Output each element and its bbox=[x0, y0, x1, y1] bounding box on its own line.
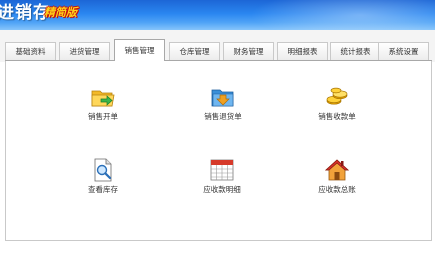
module-label: 应收款明细 bbox=[203, 185, 241, 194]
module-sales-order[interactable]: 销售开单 bbox=[63, 85, 143, 122]
home-icon bbox=[325, 159, 349, 181]
tab-system-settings[interactable]: 系统设置 bbox=[378, 42, 429, 60]
coins-icon bbox=[326, 87, 348, 105]
header-glow bbox=[250, 0, 435, 30]
tab-detail-reports[interactable]: 明细报表 bbox=[277, 42, 328, 60]
tab-finance[interactable]: 财务管理 bbox=[223, 42, 274, 60]
tab-basic-data[interactable]: 基础资料 bbox=[5, 42, 56, 60]
module-label: 应收款总账 bbox=[318, 185, 356, 194]
module-receivables-ledger[interactable]: 应收款总账 bbox=[297, 158, 377, 195]
module-sales-receipt[interactable]: 销售收款单 bbox=[297, 85, 377, 122]
module-label: 查看库存 bbox=[88, 185, 118, 194]
module-label: 销售开单 bbox=[88, 112, 118, 121]
module-view-stock[interactable]: 查看库存 bbox=[63, 158, 143, 195]
tab-sales[interactable]: 销售管理 bbox=[114, 39, 165, 61]
module-tabbar: 基础资料 进货管理 销售管理 仓库管理 财务管理 明细报表 统计报表 系统设置 bbox=[0, 30, 435, 62]
folder-return-icon bbox=[211, 89, 234, 107]
module-label: 销售收款单 bbox=[318, 112, 356, 121]
module-sales-return[interactable]: 销售退货单 bbox=[183, 85, 263, 122]
calendar-table-icon bbox=[210, 159, 234, 181]
sales-panel: 销售开单 销售退货单 销售收款单 查看库存 应收款明细 应收款总账 bbox=[5, 61, 432, 241]
tab-purchase[interactable]: 进货管理 bbox=[59, 42, 110, 60]
module-label: 销售退货单 bbox=[204, 112, 242, 121]
tab-warehouse[interactable]: 仓库管理 bbox=[169, 42, 220, 60]
app-window: 进销存 精简版 基础资料 进货管理 销售管理 仓库管理 财务管理 明细报表 统计… bbox=[0, 0, 435, 280]
folder-export-icon bbox=[91, 90, 115, 107]
edition-badge: 精简版 bbox=[44, 6, 77, 19]
app-header: 进销存 精简版 bbox=[0, 0, 435, 30]
tab-statistics-reports[interactable]: 统计报表 bbox=[330, 42, 381, 60]
document-search-icon bbox=[94, 158, 112, 182]
bottom-area bbox=[0, 241, 435, 280]
module-receivables-detail[interactable]: 应收款明细 bbox=[182, 158, 262, 195]
